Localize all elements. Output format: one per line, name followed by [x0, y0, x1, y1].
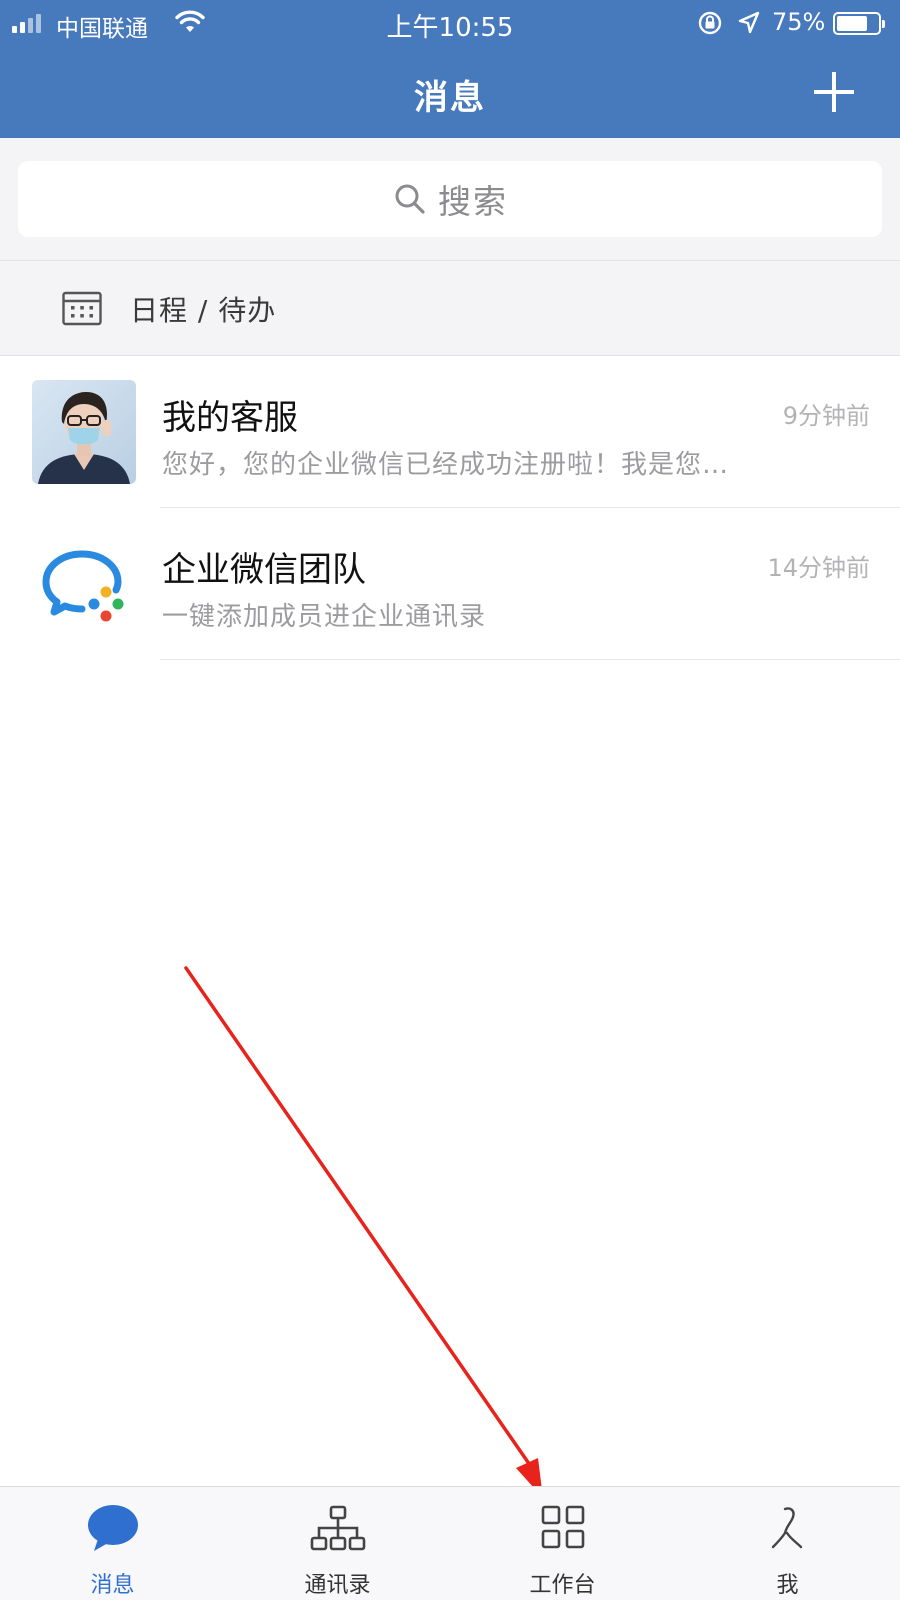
tab-label: 工作台 [529, 1573, 596, 1598]
tab-label: 消息 [90, 1573, 135, 1598]
chat-time: 14分钟前 [767, 554, 870, 582]
search-input[interactable]: 搜索 [18, 161, 882, 237]
status-bar: 中国联通 上午10:55 75% [0, 0, 900, 46]
location-icon [738, 11, 760, 34]
tab-messages[interactable]: 消息 [0, 1487, 225, 1600]
chat-name: 企业微信团队 [162, 550, 366, 590]
org-chart-icon [310, 1505, 365, 1551]
tab-contacts[interactable]: 通讯录 [225, 1487, 450, 1600]
profile-icon [771, 1507, 802, 1549]
chat-preview: 一键添加成员进企业通讯录 [162, 602, 487, 632]
battery-icon [833, 12, 885, 35]
app-screen: 中国联通 上午10:55 75% 消息 搜索 日程 / 待办 我的客服 9分钟前… [0, 0, 900, 1600]
chat-list-item[interactable]: 企业微信团队 14分钟前 一键添加成员进企业通讯录 [0, 508, 900, 660]
calendar-icon [62, 291, 102, 326]
chat-time: 9分钟前 [782, 402, 870, 430]
battery-percent: 75% [772, 8, 826, 36]
search-area: 搜索 [0, 138, 900, 260]
search-placeholder: 搜索 [438, 182, 508, 221]
page-title: 消息 [414, 78, 486, 118]
chat-list-item[interactable]: 我的客服 9分钟前 您好，您的企业微信已经成功注册啦！我是您… [0, 356, 900, 508]
chat-name: 我的客服 [162, 398, 298, 438]
chat-bubble-icon [87, 1505, 138, 1551]
schedule-entry[interactable]: 日程 / 待办 [0, 260, 900, 356]
tab-label: 我 [776, 1573, 799, 1598]
header: 中国联通 上午10:55 75% 消息 [0, 0, 900, 138]
tab-me[interactable]: 我 [675, 1487, 900, 1600]
person-photo-avatar [32, 380, 136, 484]
wecom-logo-avatar [32, 532, 136, 636]
rotation-lock-icon [698, 11, 722, 35]
tab-bar: 消息 通讯录 工作台 我 [0, 1486, 900, 1600]
chat-preview: 您好，您的企业微信已经成功注册啦！我是您… [162, 450, 730, 480]
grid-icon [541, 1505, 584, 1549]
status-time: 上午10:55 [386, 13, 514, 43]
search-icon [395, 184, 425, 214]
add-button[interactable] [812, 70, 856, 114]
schedule-label: 日程 / 待办 [130, 294, 277, 327]
divider [160, 659, 900, 660]
tab-label: 通讯录 [304, 1573, 371, 1598]
tab-workbench[interactable]: 工作台 [450, 1487, 675, 1600]
